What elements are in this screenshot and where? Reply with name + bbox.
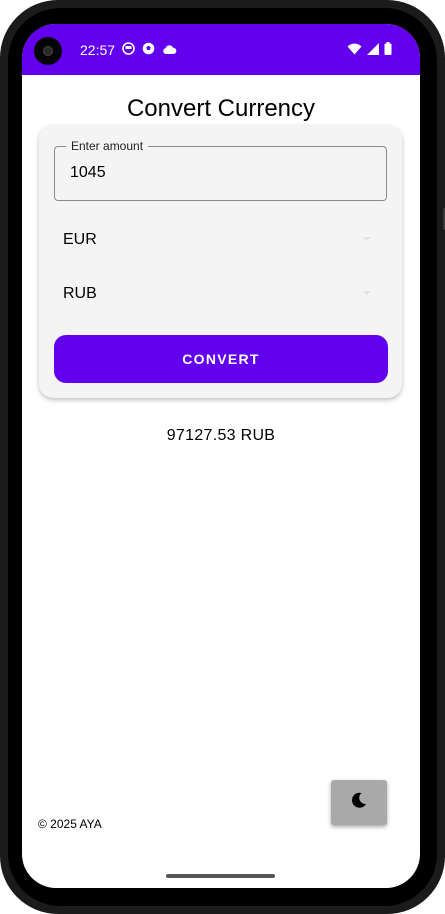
status-icons-left [122,42,177,60]
soccer-ball-icon [142,42,155,60]
from-currency-value: EUR [63,231,97,248]
notification-app-icon [122,42,135,60]
conversion-result: 97127.53 RUB [166,427,276,444]
to-currency-select[interactable]: RUB [63,282,371,306]
front-camera [34,37,62,65]
moon-icon [350,791,368,814]
page-title: Convert Currency [126,95,316,122]
copyright-footer: © 2025 AYA [38,817,102,831]
to-currency-value: RUB [63,285,97,302]
dropdown-arrow-icon [363,291,371,295]
status-bar: 22:57 [22,24,420,75]
amount-label: Enter amount [66,139,149,153]
cloud-icon [162,42,177,60]
theme-toggle-button[interactable] [331,780,387,825]
battery-icon [384,42,392,60]
from-currency-select[interactable]: EUR [63,228,371,252]
status-time: 22:57 [80,42,116,58]
screen: 22:57 Convert Currency Enter amount 1045… [22,24,420,888]
converter-card: Enter amount 1045 EUR RUB CONVERT [39,125,402,398]
home-indicator[interactable] [166,874,275,878]
phone-frame: 22:57 Convert Currency Enter amount 1045… [0,0,445,914]
amount-value[interactable]: 1045 [70,164,106,182]
wifi-icon [347,42,362,60]
signal-icon [367,42,379,60]
status-icons-right [347,42,392,60]
convert-button[interactable]: CONVERT [54,335,388,383]
amount-input[interactable]: Enter amount 1045 [54,139,387,201]
dropdown-arrow-icon [363,237,371,241]
